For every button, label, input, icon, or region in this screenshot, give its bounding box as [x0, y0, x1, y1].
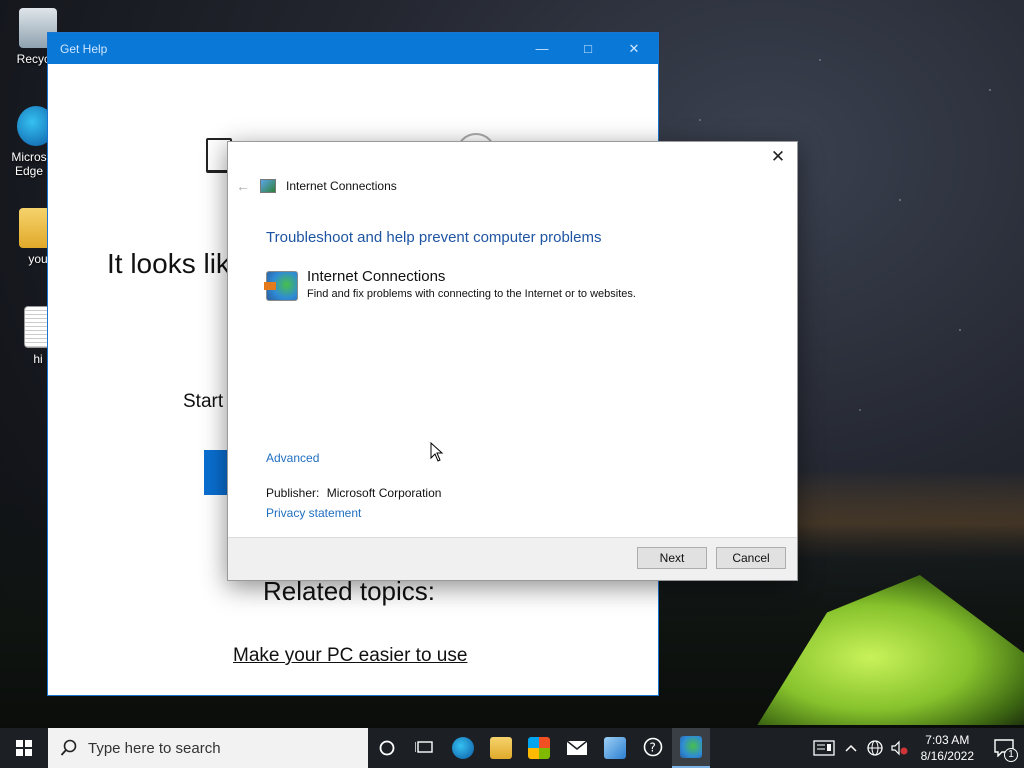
svg-text:?: ? — [650, 741, 656, 755]
start-button[interactable] — [0, 728, 48, 768]
desktop-icon-label: you — [28, 252, 48, 266]
dialog-nav-title: Internet Connections — [286, 179, 397, 193]
search-placeholder: Type here to search — [88, 739, 221, 757]
taskbar: Type here to search ? 7:03 AM 8/16/2022 … — [0, 728, 1024, 768]
dialog-close-button[interactable]: ✕ — [765, 146, 791, 168]
cancel-button[interactable]: Cancel — [716, 547, 786, 569]
publisher-value: Microsoft Corporation — [326, 486, 442, 500]
taskbar-get-help[interactable]: ? — [634, 728, 672, 768]
close-button[interactable]: ✕ — [611, 33, 657, 64]
cortana-button[interactable] — [368, 728, 406, 768]
item-title: Internet Connections — [307, 268, 446, 285]
task-view-button[interactable] — [406, 728, 444, 768]
taskbar-edge[interactable] — [444, 728, 482, 768]
window-title: Get Help — [60, 41, 108, 56]
news-icon — [812, 740, 835, 756]
taskbar-store[interactable] — [520, 728, 558, 768]
globe-network-icon — [866, 740, 883, 756]
get-help-start-text: Start — [183, 391, 224, 412]
taskbar-file-explorer[interactable] — [482, 728, 520, 768]
publisher-row: Publisher: Microsoft Corporation — [266, 486, 441, 500]
volume-button[interactable] — [887, 728, 911, 768]
dialog-heading: Troubleshoot and help prevent computer p… — [266, 229, 602, 246]
internet-connections-small-icon — [260, 179, 276, 193]
taskbar-search-box[interactable]: Type here to search — [48, 728, 368, 768]
notification-count: 1 — [1004, 748, 1018, 762]
privacy-statement-link[interactable]: Privacy statement — [266, 506, 361, 520]
internet-connections-icon — [264, 271, 298, 301]
maximize-button[interactable]: □ — [565, 33, 611, 64]
file-explorer-icon — [490, 737, 512, 759]
clock[interactable]: 7:03 AM 8/16/2022 — [921, 732, 974, 764]
troubleshooter-item: Internet Connections Find and fix proble… — [264, 268, 636, 301]
taskbar-troubleshooter[interactable] — [672, 728, 710, 768]
mail-icon — [566, 740, 588, 755]
show-hidden-icons-button[interactable] — [839, 728, 863, 768]
cortana-icon — [379, 740, 395, 756]
taskbar-connect[interactable] — [596, 728, 634, 768]
publisher-label: Publisher: — [266, 486, 320, 500]
store-icon — [528, 737, 550, 759]
item-description: Find and fix problems with connecting to… — [307, 288, 636, 300]
news-button[interactable] — [809, 728, 839, 768]
clock-time: 7:03 AM — [925, 733, 970, 747]
windows-logo-icon — [16, 740, 32, 756]
clock-date: 8/16/2022 — [920, 749, 974, 763]
taskbar-mail[interactable] — [558, 728, 596, 768]
related-topic-link[interactable]: Make your PC easier to use — [233, 645, 467, 667]
chevron-up-icon — [845, 744, 857, 752]
connect-icon — [604, 737, 626, 759]
search-icon — [60, 739, 77, 756]
minimize-button[interactable]: — — [519, 33, 565, 64]
network-button[interactable] — [863, 728, 887, 768]
back-arrow-icon[interactable]: ← — [236, 178, 250, 194]
get-help-icon: ? — [643, 737, 663, 757]
dialog-nav: ← Internet Connections — [236, 178, 397, 194]
edge-icon — [452, 737, 474, 759]
task-view-icon — [415, 741, 433, 753]
volume-muted-icon — [891, 740, 908, 756]
dialog-footer: Next Cancel — [228, 537, 797, 580]
desktop-icon-label: hi — [33, 352, 43, 366]
system-tray: 7:03 AM 8/16/2022 1 — [809, 728, 1024, 768]
desktop-icon-label: Micros Edge — [11, 150, 47, 178]
action-center-button[interactable]: 1 — [984, 728, 1024, 768]
advanced-link[interactable]: Advanced — [266, 451, 319, 465]
mouse-cursor-icon — [430, 441, 444, 467]
get-help-titlebar[interactable]: Get Help — □ ✕ — [48, 33, 658, 64]
get-help-heading: It looks lik — [107, 248, 230, 279]
next-button[interactable]: Next — [637, 547, 707, 569]
troubleshooter-dialog: ✕ ← Internet Connections Troubleshoot an… — [227, 141, 798, 581]
internet-connections-icon — [680, 736, 702, 758]
